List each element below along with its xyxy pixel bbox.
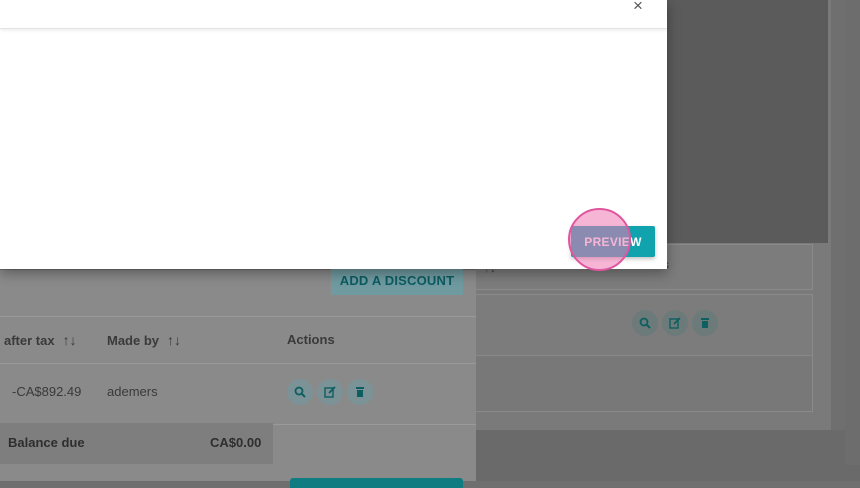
column-header-made-by[interactable]: Made by ↑↓	[107, 332, 181, 348]
modal-dialog: × PREVIEW	[0, 0, 667, 269]
edit-icon[interactable]	[662, 310, 688, 336]
edit-icon	[324, 386, 336, 398]
sort-icon[interactable]: ↑↓	[63, 332, 77, 348]
delete-button[interactable]	[347, 379, 373, 405]
table-row: -CA$892.49 ademers	[0, 364, 476, 425]
modal-header	[0, 0, 667, 29]
payments-table: after tax ↑↓ Made by ↑↓ Actions -CA$892.49…	[0, 316, 476, 425]
preview-button[interactable]: PREVIEW	[571, 226, 655, 257]
balance-due-value: CA$0.00	[210, 435, 262, 450]
add-discount-button[interactable]: ADD A DISCOUNT	[331, 265, 463, 295]
amount-cell: -CA$892.49	[12, 384, 82, 399]
background-row-actions	[632, 310, 718, 336]
bottom-action-button[interactable]	[290, 478, 463, 488]
balance-due-row: Balance due CA$0.00	[0, 423, 273, 464]
trash-icon	[356, 387, 364, 397]
background-footer	[476, 430, 860, 481]
balance-due-label: Balance due	[8, 435, 85, 450]
column-header-actions: Actions	[287, 332, 335, 347]
table-header-row: after tax ↑↓ Made by ↑↓ Actions	[0, 316, 476, 364]
background-table-row	[476, 355, 813, 412]
column-header-amount[interactable]: after tax ↑↓	[4, 332, 77, 348]
sort-icon[interactable]: ↑↓	[167, 332, 181, 348]
trash-icon[interactable]	[692, 310, 718, 336]
made-by-cell: ademers	[107, 384, 158, 399]
close-icon[interactable]: ×	[633, 0, 643, 16]
search-icon[interactable]	[632, 310, 658, 336]
view-button[interactable]	[287, 379, 313, 405]
search-icon	[294, 386, 306, 398]
edit-button[interactable]	[317, 379, 343, 405]
row-actions	[287, 379, 373, 405]
background-edge	[845, 0, 860, 465]
